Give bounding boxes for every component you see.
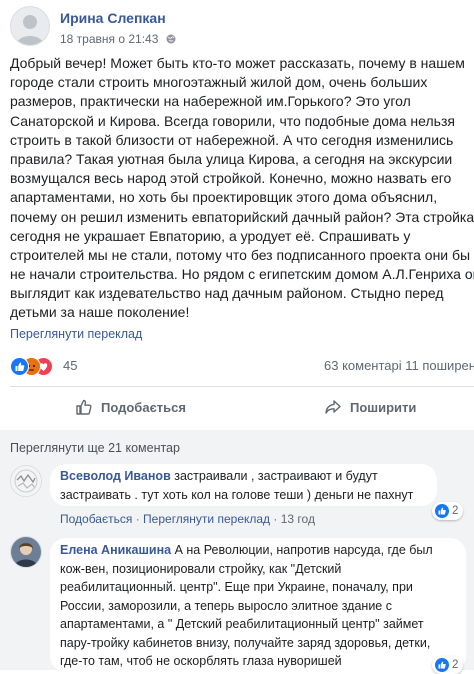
globe-icon [166,33,176,44]
comment-author[interactable]: Елена Аникашина [60,543,171,557]
comment-like-link[interactable]: Подобається [60,512,132,526]
like-reaction-icon [10,357,29,376]
comment-text: застраивали , застраивают и будут [170,469,378,483]
comment-time[interactable]: 13 год [281,512,315,526]
author-name[interactable]: Ирина Слепкан [60,10,166,26]
comment-author[interactable]: Всеволод Иванов [60,469,171,483]
like-label: Подобається [101,399,186,415]
comment-line-1: Всеволод Иванов застраивали , застраиваю… [60,467,427,486]
commenter-avatar[interactable] [10,465,42,497]
post-body: Добрый вечер! Может быть кто-то может ра… [10,54,474,323]
timestamp-text[interactable]: 18 травня о 21:43 [60,32,158,46]
post-text-line: строителей мы не стали, потому что без п… [10,246,471,263]
comment-translation-link[interactable]: Переглянути переклад [143,512,270,526]
post-text-line: апартаментами, но хоть бы проектировщик … [10,189,438,206]
comment-bubble: Всеволод Иванов застраивали , застраиваю… [50,464,437,506]
like-reaction-icon [435,658,449,672]
post-text-line: правила? Такая уютная была улица Кирова,… [10,150,453,167]
reaction-count[interactable]: 45 [63,358,77,373]
post-text-line: Санаторской и Кирова. Всегда говорили, ч… [10,112,455,129]
post-header: Ирина Слепкан 18 травня о 21:43 [10,6,470,50]
comments-section: Переглянути ще 21 коментар Всеволод Иван… [0,430,474,674]
comment-reaction-count: 2 [452,505,459,517]
comment-text: кож-вен, позиционировали стройку, как "Д… [60,561,342,576]
comment-text: пару-тройку кабинетов внизу, получайте з… [60,635,431,650]
post-text-line: выглядит как издевательство над дачным р… [10,285,444,302]
divider [10,386,474,387]
post-text-line: строить в такой близости от набережной. … [10,131,454,148]
author-avatar[interactable] [10,6,50,46]
comment-reactions[interactable]: 2 [432,656,464,674]
comment-text: реабилитационный. центр". Еще при Украин… [60,580,413,594]
post-text-line: почему он решил изменить евпаторийский д… [10,208,474,225]
post-text-line: детьми за наше поколение! [10,304,190,321]
comments-shares-count[interactable]: 63 коментарі 11 поширен [324,358,474,373]
comment-text: России, заморозили, а теперь выросло эли… [60,598,392,613]
post-text-line: Добрый вечер! Может быть кто-то может ра… [10,55,465,71]
thumbs-up-icon [76,399,92,415]
comment-text: застраивать . тут хоть кол на голове теш… [60,487,414,502]
post-timestamp[interactable]: 18 травня о 21:43 [60,32,176,46]
see-translation-link[interactable]: Переглянути переклад [10,327,142,341]
comment-text: апартаментами, а " Детский реабилитацион… [60,617,424,631]
comment-text: А на Революции, напротив нарсуда, где бы… [171,543,433,557]
post-text-line: городе стали строить многоэтажный жилой … [10,74,428,91]
post-actions: Подобається Поширити [0,390,474,424]
comment-bubble: Елена Аникашина А на Революции, напротив… [50,538,466,672]
comment-reactions[interactable]: 2 [432,502,464,520]
comment-text: где-то там, чтоб не оскорблять глаза нув… [60,654,342,668]
post-text-line: возмущался весь народ этой стройкой. Кон… [10,170,452,187]
view-more-comments-link[interactable]: Переглянути ще 21 коментар [10,441,180,455]
share-icon [325,400,341,414]
post-text-line: сегодня не украшает Евпаторию, а уродует… [10,227,411,244]
comment-actions: Подобається · Переглянути переклад · 13 … [60,512,315,526]
comment-line-1: Елена Аникашина А на Революции, напротив… [60,541,456,560]
post-text-line: не начали строительства. Но рядом с егип… [10,266,474,283]
share-label: Поширити [350,399,417,415]
like-reaction-icon [435,504,449,518]
reactions-bar[interactable]: 45 63 коментарі 11 поширен [10,356,474,378]
commenter-avatar[interactable] [10,536,42,568]
like-button[interactable]: Подобається [75,390,186,424]
share-button[interactable]: Поширити [324,390,416,424]
post-text-line: размеров, практически на набережной им.Г… [10,93,411,110]
comment-reaction-count: 2 [452,659,459,671]
